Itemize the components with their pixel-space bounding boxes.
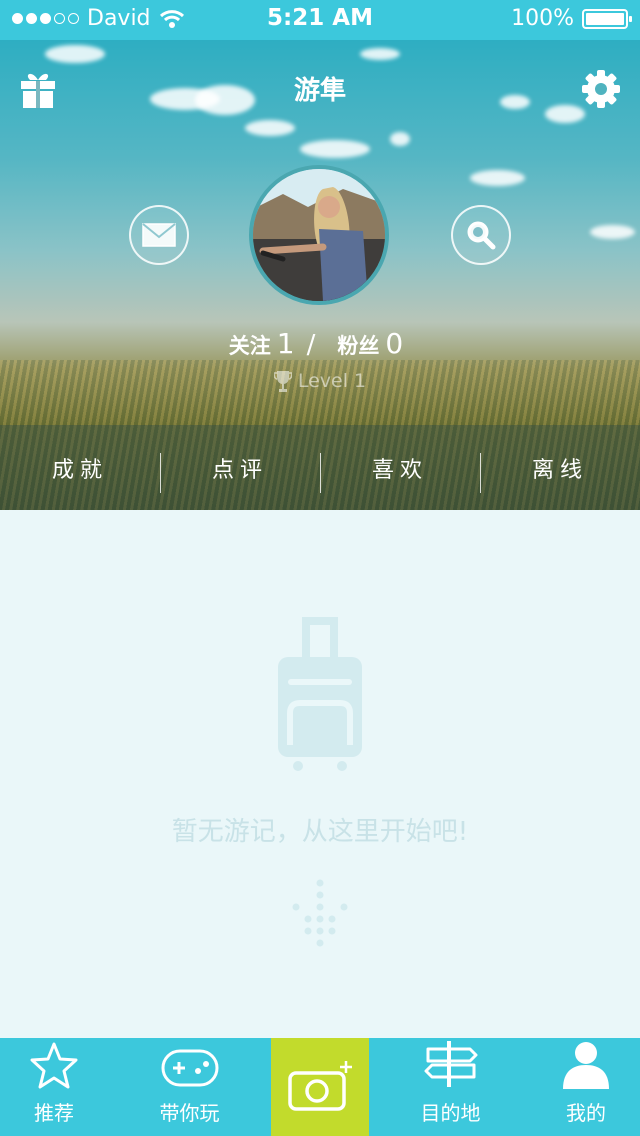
battery-percent: 100% — [511, 6, 574, 31]
battery-icon — [582, 8, 632, 29]
avatar-image — [253, 169, 385, 301]
camera-plus-icon — [288, 1061, 352, 1111]
mail-icon — [142, 223, 176, 247]
user-icon — [563, 1042, 609, 1089]
level-badge: Level 1 — [0, 370, 640, 392]
message-button[interactable] — [129, 205, 189, 265]
tabbar-label: 我的 — [566, 1101, 606, 1125]
tab-achievements[interactable]: 成就 — [0, 425, 160, 510]
tabbar-recommend[interactable]: 推荐 — [0, 1038, 108, 1136]
search-icon — [467, 221, 496, 250]
tab-offline[interactable]: 离线 — [480, 425, 640, 510]
signpost-icon — [424, 1041, 477, 1087]
search-button[interactable] — [451, 205, 511, 265]
tabbar-label: 带你玩 — [159, 1101, 220, 1125]
avatar[interactable] — [249, 165, 389, 305]
following-count[interactable]: 1 — [277, 327, 295, 360]
fans-label[interactable]: 粉丝 — [337, 334, 379, 358]
tabbar-label: 推荐 — [34, 1101, 74, 1125]
follow-stats: 关注 1 / 粉丝 0 — [0, 327, 640, 360]
arrow-down-icon — [292, 879, 348, 947]
stats-separator: / — [306, 330, 316, 360]
star-icon — [30, 1042, 78, 1089]
tabbar-play[interactable]: 带你玩 — [108, 1038, 271, 1136]
battery: 100% — [511, 6, 632, 31]
tab-reviews[interactable]: 点评 — [160, 425, 320, 510]
level-text: Level 1 — [297, 370, 367, 392]
gamepad-icon — [161, 1049, 218, 1087]
tabbar-mine[interactable]: 我的 — [532, 1038, 640, 1136]
profile-header: 游隼 关注 1 / 粉丝 0 Level 1 成就 点评 喜欢 离线 — [0, 40, 640, 510]
tab-likes[interactable]: 喜欢 — [320, 425, 480, 510]
tabbar-camera-button[interactable] — [271, 1038, 369, 1136]
tabbar-destination[interactable]: 目的地 — [369, 1038, 532, 1136]
fans-count[interactable]: 0 — [385, 327, 403, 360]
gear-icon[interactable] — [582, 70, 620, 108]
following-label[interactable]: 关注 — [229, 334, 271, 358]
profile-tabs: 成就 点评 喜欢 离线 — [0, 425, 640, 510]
empty-state-message: 暂无游记，从这里开始吧! — [171, 817, 469, 847]
page-title: 游隼 — [293, 76, 346, 106]
tabbar-label: 目的地 — [420, 1101, 481, 1125]
status-bar: David 5:21 AM 100% — [0, 0, 640, 40]
bottom-tab-bar: 推荐 带你玩 目的地 我的 — [0, 1038, 640, 1136]
suitcase-icon — [278, 617, 362, 771]
trophy-icon — [273, 371, 292, 392]
